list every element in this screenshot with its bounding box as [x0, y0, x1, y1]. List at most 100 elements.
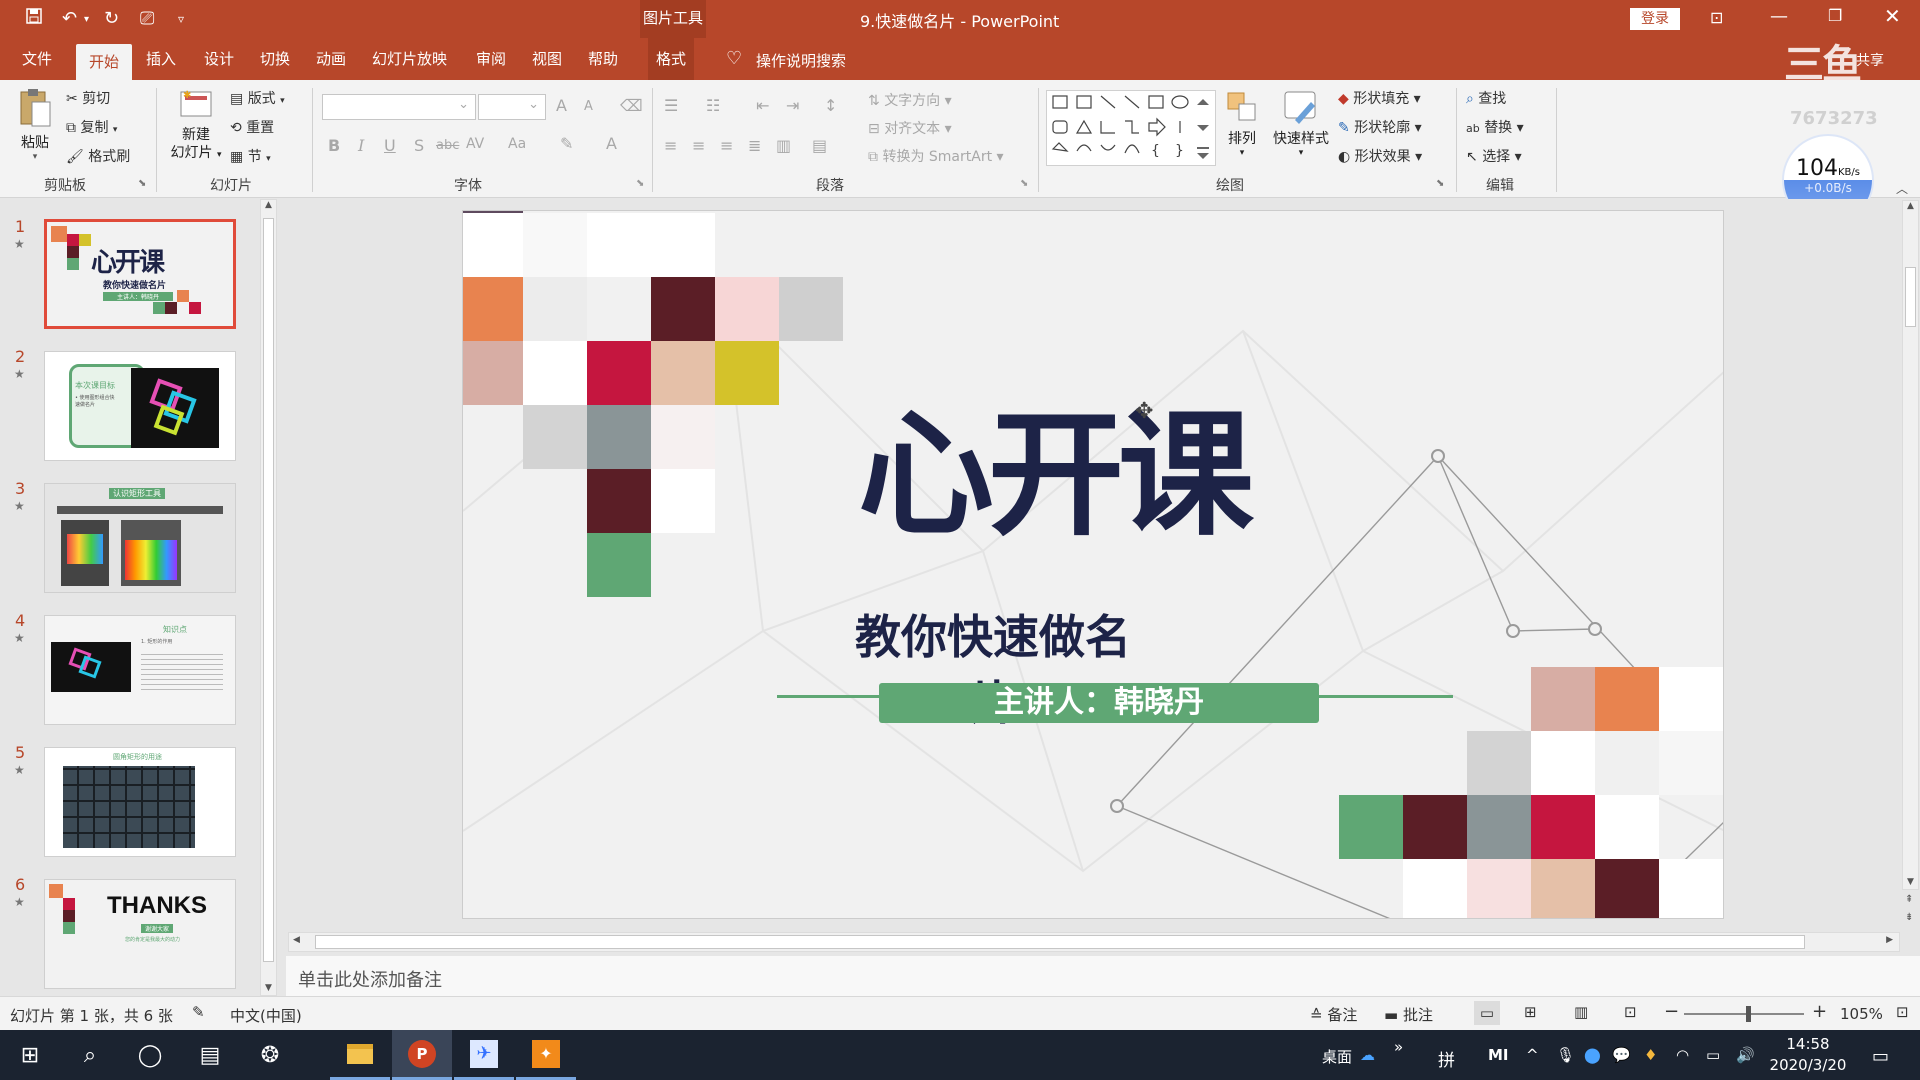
undo-icon[interactable]: ↶ [62, 8, 77, 29]
zoom-slider-thumb[interactable] [1746, 1006, 1751, 1022]
fit-to-window-icon[interactable]: ⊡ [1896, 1003, 1909, 1021]
tab-transitions[interactable]: 切换 [252, 38, 298, 80]
tab-view[interactable]: 视图 [524, 38, 570, 80]
copy-button[interactable]: ⧉ 复制 ▾ [66, 117, 117, 137]
scroll-thumb[interactable] [263, 218, 274, 962]
strikethrough-button[interactable]: abc [436, 138, 459, 153]
search-icon[interactable]: ⌕ [60, 1030, 120, 1080]
bold-button[interactable]: B [328, 136, 340, 155]
powerpoint-taskbar-icon[interactable]: P [392, 1030, 452, 1080]
clear-format-icon[interactable]: ⌫ [620, 96, 643, 115]
slide-thumbnail-6[interactable]: THANKS 谢谢大家 您的肯定是我最大的动力 [44, 879, 236, 989]
close-icon[interactable]: ✕ [1884, 4, 1901, 28]
windows-start-icon[interactable]: ⊞ [0, 1030, 60, 1080]
increase-indent-icon[interactable]: ⇥ [786, 96, 799, 115]
slide-vertical-scrollbar[interactable]: ▲ ▼ [1902, 200, 1919, 890]
tab-home[interactable]: 开始 [76, 44, 132, 80]
feishu-icon[interactable]: ✈ [454, 1030, 514, 1080]
change-case-button[interactable]: Aa [508, 136, 526, 152]
replace-button[interactable]: ab 替换 ▾ [1466, 117, 1524, 137]
scroll-up-icon[interactable]: ▲ [261, 200, 276, 210]
shapes-gallery[interactable]: {} [1046, 90, 1216, 166]
zoom-in-icon[interactable]: + [1812, 1001, 1827, 1022]
scroll-down-icon[interactable]: ▼ [261, 983, 276, 993]
scroll-thumb[interactable] [315, 935, 1805, 949]
collapse-ribbon-icon[interactable]: ︿ [1896, 180, 1908, 197]
speaker-banner[interactable]: 主讲人：韩晓丹 [879, 683, 1319, 723]
font-launcher-icon[interactable]: ⬊ [636, 178, 644, 189]
reading-view-icon[interactable]: ▥ [1574, 1003, 1588, 1021]
wifi-icon[interactable]: ◠ [1676, 1046, 1689, 1064]
zoom-out-icon[interactable]: − [1664, 1001, 1679, 1022]
ribbon-display-icon[interactable]: ⊡ [1710, 8, 1723, 27]
shape-fill-button[interactable]: ◆ 形状填充 ▾ [1338, 88, 1421, 108]
layout-button[interactable]: ▤ 版式 ▾ [230, 88, 285, 108]
decrease-indent-icon[interactable]: ⇤ [756, 96, 769, 115]
slideshow-view-icon[interactable]: ⊡ [1624, 1003, 1637, 1021]
presentation-icon[interactable]: ⎚ [140, 8, 154, 29]
quick-styles-button[interactable]: 快速样式 ▾ [1268, 90, 1334, 158]
tab-help[interactable]: 帮助 [580, 38, 626, 80]
next-slide-icon[interactable]: ⇟ [1905, 912, 1913, 923]
previous-slide-icon[interactable]: ⇞ [1905, 894, 1913, 905]
zoom-level[interactable]: 105% [1840, 1005, 1883, 1023]
slide-thumbnail-1[interactable]: 心开课 教你快速做名片 主讲人：韩晓丹 [44, 219, 236, 329]
notes-toggle[interactable]: ≙ 备注 [1310, 1004, 1357, 1025]
slide-canvas[interactable]: 心开课 教你快速做名片 主讲人：韩晓丹 ✥ [462, 210, 1724, 919]
align-center-icon[interactable]: ≡ [692, 136, 705, 155]
grow-font-button[interactable]: A [556, 96, 567, 115]
login-button[interactable]: 登录 [1630, 8, 1680, 30]
tab-review[interactable]: 审阅 [468, 38, 514, 80]
tab-slideshow[interactable]: 幻灯片放映 [364, 38, 455, 80]
redo-icon[interactable]: ↻ [104, 8, 119, 29]
scroll-right-icon[interactable]: ▶ [1886, 935, 1893, 945]
bullets-icon[interactable]: ☰ [664, 96, 678, 115]
mi-icon[interactable]: MI [1488, 1046, 1509, 1064]
font-color-button[interactable]: A [606, 134, 617, 153]
slide-thumbnail-2[interactable]: 本次课目标 • 使用图形组合快速做名片 [44, 351, 236, 461]
volume-icon[interactable]: 🔊 [1736, 1046, 1755, 1064]
arrange-button[interactable]: 排列 ▾ [1222, 90, 1262, 158]
task-view-icon[interactable]: ▤ [180, 1030, 240, 1080]
tab-file[interactable]: 文件 [14, 38, 60, 80]
smartart-button[interactable]: ⧉ 转换为 SmartArt ▾ [868, 146, 1004, 166]
drawing-launcher-icon[interactable]: ⬊ [1436, 178, 1444, 189]
spellcheck-icon[interactable]: ✎ [192, 1003, 205, 1021]
slide-horizontal-scrollbar[interactable]: ◀ ▶ [288, 932, 1900, 952]
tab-design[interactable]: 设计 [196, 38, 242, 80]
tab-animations[interactable]: 动画 [308, 38, 354, 80]
shield-icon[interactable]: ⬤ [1584, 1046, 1601, 1064]
screen-recorder-icon[interactable]: ✦ [516, 1030, 576, 1080]
justify-icon[interactable]: ≣ [748, 136, 761, 155]
app-swirl-icon[interactable]: ❂ [240, 1030, 300, 1080]
select-button[interactable]: ↖ 选择 ▾ [1466, 146, 1522, 166]
ime-indicator[interactable]: 拼 [1438, 1046, 1455, 1071]
font-size-combo[interactable]: ⌄ [478, 94, 546, 120]
undo-dropdown-icon[interactable]: ▾ [84, 14, 89, 25]
language-indicator[interactable]: 中文(中国) [230, 1005, 302, 1026]
align-text-button[interactable]: ⊟ 对齐文本 ▾ [868, 118, 952, 138]
format-painter-button[interactable]: 🖌 格式刷 [66, 146, 130, 166]
tab-insert[interactable]: 插入 [138, 38, 184, 80]
slide-thumbnail-4[interactable]: 知识点 1. 矩形的作用 [44, 615, 236, 725]
reset-button[interactable]: ⟲ 重置 [230, 117, 274, 137]
onedrive-icon[interactable]: ☁ [1360, 1046, 1375, 1064]
thumbnails-scrollbar[interactable]: ▲ ▼ [260, 199, 277, 996]
cortana-icon[interactable]: ◯ [120, 1030, 180, 1080]
line-spacing-icon[interactable]: ↕ [824, 96, 837, 115]
align-right-icon[interactable]: ≡ [720, 136, 733, 155]
scroll-down-icon[interactable]: ▼ [1903, 877, 1918, 887]
text-direction-button[interactable]: ⇅ 文字方向 ▾ [868, 90, 952, 110]
font-name-combo[interactable]: ⌄ [322, 94, 476, 120]
slide-sorter-icon[interactable]: ⊞ [1524, 1003, 1537, 1021]
battery-icon[interactable]: ▭ [1706, 1046, 1720, 1064]
notes-pane[interactable]: 单击此处添加备注 [286, 956, 1920, 996]
clipboard-launcher-icon[interactable]: ⬊ [138, 178, 146, 189]
paragraph-launcher-icon[interactable]: ⬊ [1020, 178, 1028, 189]
numbering-icon[interactable]: ☷ [706, 96, 720, 115]
comments-toggle[interactable]: ▬ 批注 [1384, 1004, 1433, 1025]
clock[interactable]: 14:58 2020/3/20 [1768, 1034, 1848, 1076]
scroll-left-icon[interactable]: ◀ [293, 935, 300, 945]
zoom-slider[interactable] [1684, 1006, 1804, 1022]
file-explorer-icon[interactable] [330, 1030, 390, 1080]
